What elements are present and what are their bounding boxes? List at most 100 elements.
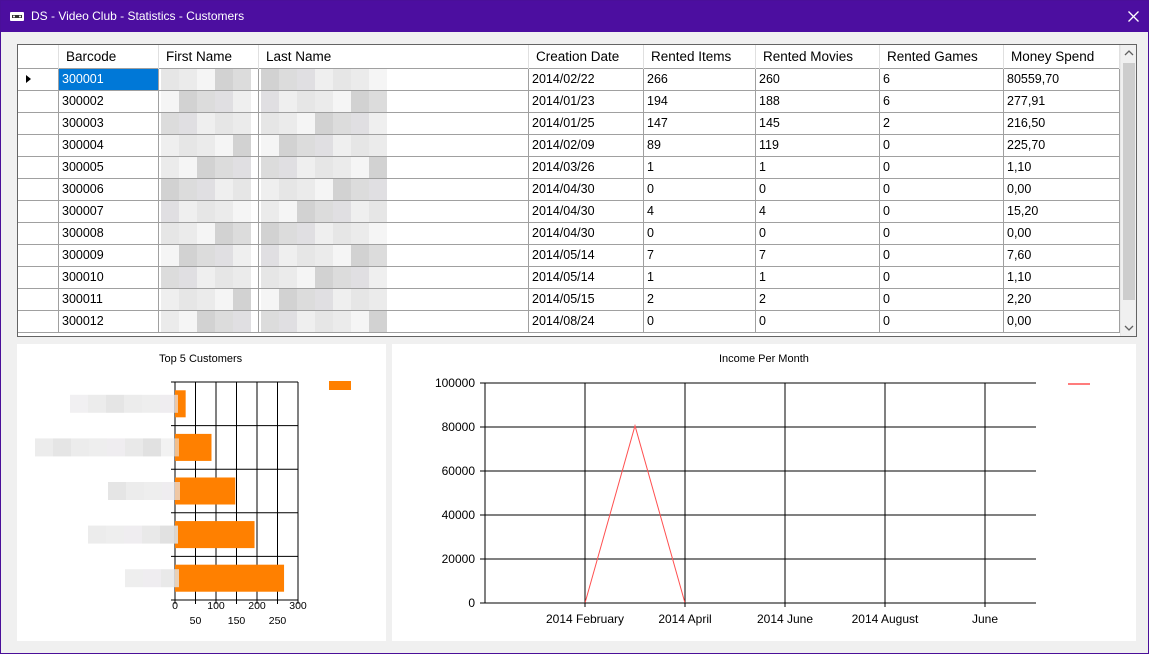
- cell-barcode[interactable]: 300004: [59, 135, 159, 157]
- cell-first-name-redacted[interactable]: [159, 223, 259, 245]
- cell-money-spend[interactable]: 0,00: [1004, 311, 1120, 333]
- cell-first-name-redacted[interactable]: [159, 69, 259, 91]
- row-header[interactable]: [18, 91, 59, 113]
- cell-money-spend[interactable]: 0,00: [1004, 179, 1120, 201]
- cell-money-spend[interactable]: 15,20: [1004, 201, 1120, 223]
- cell-first-name-redacted[interactable]: [159, 91, 259, 113]
- table-row[interactable]: 300008 2014/04/30 0 0 0 0,00: [18, 223, 1120, 245]
- cell-rented-games[interactable]: 0: [880, 223, 1004, 245]
- cell-rented-movies[interactable]: 7: [756, 245, 880, 267]
- cell-rented-movies[interactable]: 4: [756, 201, 880, 223]
- cell-money-spend[interactable]: 0,00: [1004, 223, 1120, 245]
- column-header-barcode[interactable]: Barcode: [59, 45, 159, 69]
- cell-rented-items[interactable]: 4: [644, 201, 756, 223]
- cell-last-name-redacted[interactable]: [259, 245, 529, 267]
- cell-creation-date[interactable]: 2014/01/23: [529, 91, 644, 113]
- cell-rented-items[interactable]: 194: [644, 91, 756, 113]
- cell-creation-date[interactable]: 2014/02/09: [529, 135, 644, 157]
- cell-last-name-redacted[interactable]: [259, 69, 529, 91]
- cell-last-name-redacted[interactable]: [259, 157, 529, 179]
- cell-rented-movies[interactable]: 0: [756, 179, 880, 201]
- table-row[interactable]: 300002 2014/01/23 194 188 6 277,91: [18, 91, 1120, 113]
- cell-last-name-redacted[interactable]: [259, 289, 529, 311]
- cell-first-name-redacted[interactable]: [159, 245, 259, 267]
- column-header-money-spend[interactable]: Money Spend: [1004, 45, 1120, 69]
- cell-rented-games[interactable]: 6: [880, 91, 1004, 113]
- table-row[interactable]: 300006 2014/04/30 0 0 0 0,00: [18, 179, 1120, 201]
- column-header-rented-games[interactable]: Rented Games: [880, 45, 1004, 69]
- cell-last-name-redacted[interactable]: [259, 223, 529, 245]
- cell-rented-movies[interactable]: 0: [756, 311, 880, 333]
- cell-rented-items[interactable]: 7: [644, 245, 756, 267]
- vertical-scrollbar[interactable]: [1120, 45, 1136, 336]
- cell-last-name-redacted[interactable]: [259, 179, 529, 201]
- cell-barcode[interactable]: 300003: [59, 113, 159, 135]
- table-row[interactable]: 300004 2014/02/09 89 119 0 225,70: [18, 135, 1120, 157]
- cell-money-spend[interactable]: 1,10: [1004, 267, 1120, 289]
- table-row[interactable]: 300007 2014/04/30 4 4 0 15,20: [18, 201, 1120, 223]
- cell-rented-items[interactable]: 147: [644, 113, 756, 135]
- cell-barcode[interactable]: 300012: [59, 311, 159, 333]
- cell-rented-movies[interactable]: 0: [756, 223, 880, 245]
- cell-barcode[interactable]: 300008: [59, 223, 159, 245]
- cell-rented-games[interactable]: 0: [880, 135, 1004, 157]
- cell-creation-date[interactable]: 2014/05/14: [529, 267, 644, 289]
- cell-barcode[interactable]: 300007: [59, 201, 159, 223]
- cell-barcode[interactable]: 300010: [59, 267, 159, 289]
- table-row[interactable]: 300010 2014/05/14 1 1 0 1,10: [18, 267, 1120, 289]
- cell-rented-movies[interactable]: 2: [756, 289, 880, 311]
- cell-barcode[interactable]: 300001: [59, 69, 159, 91]
- table-row[interactable]: 300012 2014/08/24 0 0 0 0,00: [18, 311, 1120, 333]
- cell-money-spend[interactable]: 1,10: [1004, 157, 1120, 179]
- cell-first-name-redacted[interactable]: [159, 311, 259, 333]
- scroll-down-button[interactable]: [1121, 319, 1136, 336]
- table-row[interactable]: 300003 2014/01/25 147 145 2 216,50: [18, 113, 1120, 135]
- table-row[interactable]: 300001 2014/02/22 266 260 6 80559,70: [18, 69, 1120, 91]
- row-header[interactable]: [18, 113, 59, 135]
- table-row[interactable]: 300011 2014/05/15 2 2 0 2,20: [18, 289, 1120, 311]
- cell-money-spend[interactable]: 7,60: [1004, 245, 1120, 267]
- cell-barcode[interactable]: 300011: [59, 289, 159, 311]
- cell-barcode[interactable]: 300005: [59, 157, 159, 179]
- cell-rented-movies[interactable]: 1: [756, 157, 880, 179]
- cell-last-name-redacted[interactable]: [259, 267, 529, 289]
- cell-last-name-redacted[interactable]: [259, 91, 529, 113]
- cell-last-name-redacted[interactable]: [259, 113, 529, 135]
- cell-money-spend[interactable]: 216,50: [1004, 113, 1120, 135]
- row-header[interactable]: [18, 135, 59, 157]
- cell-last-name-redacted[interactable]: [259, 311, 529, 333]
- row-header[interactable]: [18, 245, 59, 267]
- cell-rented-items[interactable]: 0: [644, 311, 756, 333]
- cell-barcode[interactable]: 300002: [59, 91, 159, 113]
- column-header-rented-movies[interactable]: Rented Movies: [756, 45, 880, 69]
- cell-creation-date[interactable]: 2014/01/25: [529, 113, 644, 135]
- cell-creation-date[interactable]: 2014/03/26: [529, 157, 644, 179]
- cell-rented-items[interactable]: 0: [644, 223, 756, 245]
- cell-creation-date[interactable]: 2014/05/15: [529, 289, 644, 311]
- cell-money-spend[interactable]: 2,20: [1004, 289, 1120, 311]
- cell-creation-date[interactable]: 2014/08/24: [529, 311, 644, 333]
- cell-last-name-redacted[interactable]: [259, 201, 529, 223]
- cell-first-name-redacted[interactable]: [159, 289, 259, 311]
- cell-creation-date[interactable]: 2014/02/22: [529, 69, 644, 91]
- cell-rented-games[interactable]: 0: [880, 201, 1004, 223]
- row-header[interactable]: [18, 157, 59, 179]
- cell-rented-movies[interactable]: 145: [756, 113, 880, 135]
- cell-barcode[interactable]: 300006: [59, 179, 159, 201]
- cell-rented-games[interactable]: 0: [880, 267, 1004, 289]
- cell-last-name-redacted[interactable]: [259, 135, 529, 157]
- cell-creation-date[interactable]: 2014/05/14: [529, 245, 644, 267]
- cell-rented-items[interactable]: 89: [644, 135, 756, 157]
- column-header-rented-items[interactable]: Rented Items: [644, 45, 756, 69]
- table-row[interactable]: 300005 2014/03/26 1 1 0 1,10: [18, 157, 1120, 179]
- row-header[interactable]: [18, 201, 59, 223]
- column-header-first-name[interactable]: First Name: [159, 45, 259, 69]
- cell-rented-games[interactable]: 0: [880, 289, 1004, 311]
- cell-rented-movies[interactable]: 260: [756, 69, 880, 91]
- cell-money-spend[interactable]: 277,91: [1004, 91, 1120, 113]
- title-bar[interactable]: DS - Video Club - Statistics - Customers: [1, 1, 1148, 32]
- cell-first-name-redacted[interactable]: [159, 113, 259, 135]
- cell-first-name-redacted[interactable]: [159, 135, 259, 157]
- cell-creation-date[interactable]: 2014/04/30: [529, 223, 644, 245]
- cell-rented-games[interactable]: 6: [880, 69, 1004, 91]
